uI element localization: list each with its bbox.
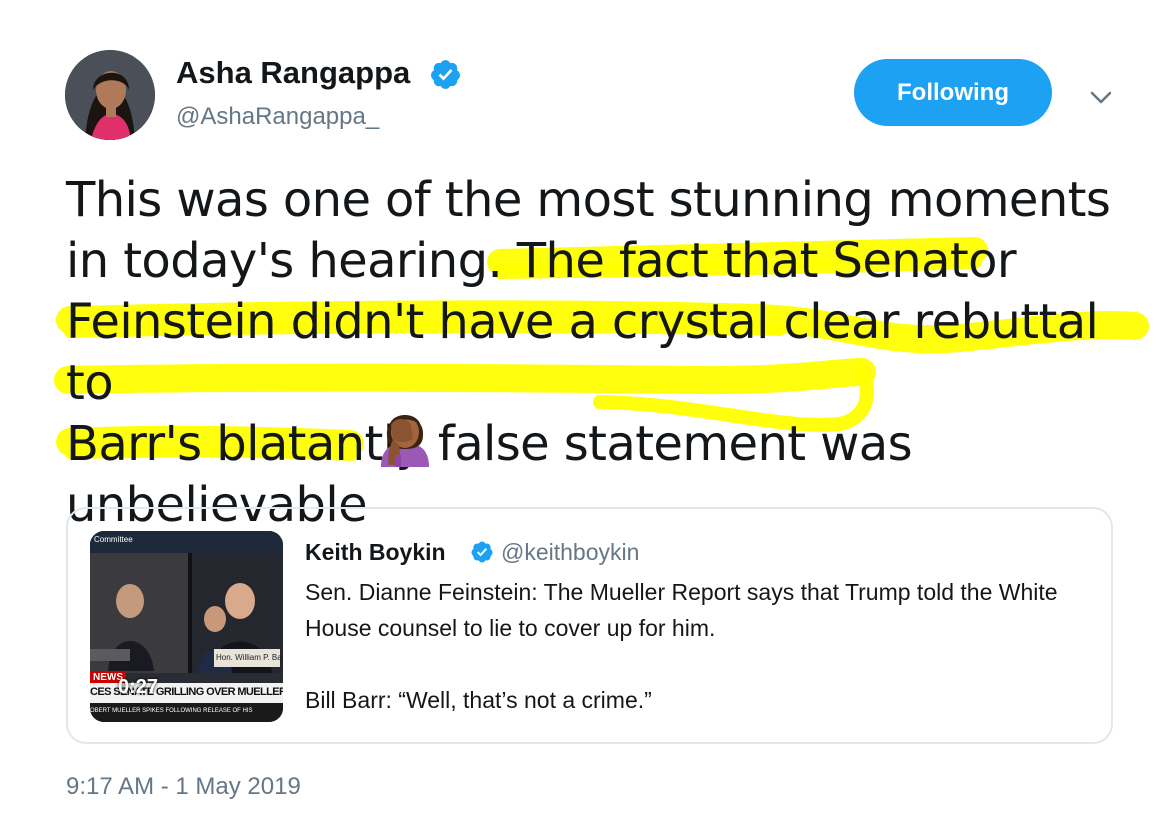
quoted-tweet-text: Sen. Dianne Feinstein: The Mueller Repor…: [305, 574, 1095, 718]
video-duration: 0:27: [118, 676, 159, 698]
author-avatar[interactable]: [65, 50, 155, 140]
verified-badge-icon: [431, 60, 460, 89]
quoted-author-name: Keith Boykin: [305, 539, 446, 565]
video-nameplate: Hon. William P. Barr: [216, 653, 283, 662]
video-ticker: OBERT MUELLER SPIKES FOLLOWING RELEASE O…: [90, 708, 253, 714]
author-name[interactable]: Asha Rangappa: [176, 55, 410, 91]
tweet-line: in today's hearing. The fact that Senato…: [66, 233, 1017, 289]
tweet-line: Feinstein didn't have a crystal clear re…: [66, 294, 1099, 411]
quoted-paragraph: Bill Barr: “Well, that’s not a crime.”: [305, 687, 652, 713]
tweet-line: This was one of the most stunning moment…: [66, 172, 1111, 228]
following-button[interactable]: Following: [854, 59, 1052, 126]
quoted-author-handle: @keithboykin: [501, 539, 640, 565]
video-corner-label: Committee: [94, 535, 133, 544]
woman-facepalming-emoji-icon: [381, 415, 429, 467]
quoted-tweet-card[interactable]: Committee Hon. William P. Barr NEWS CES …: [66, 507, 1113, 744]
tweet-text: This was one of the most stunning moment…: [66, 170, 1156, 536]
verified-badge-icon: [471, 541, 493, 563]
video-thumbnail[interactable]: Committee Hon. William P. Barr NEWS CES …: [90, 531, 283, 722]
quoted-paragraph: Sen. Dianne Feinstein: The Mueller Repor…: [305, 579, 1058, 641]
tweet-line: Barr's blatantly false statement was: [66, 416, 913, 472]
author-handle[interactable]: @AshaRangappa_: [176, 103, 379, 131]
chevron-down-icon[interactable]: [1086, 82, 1116, 112]
tweet-timestamp[interactable]: 9:17 AM - 1 May 2019: [66, 773, 301, 801]
